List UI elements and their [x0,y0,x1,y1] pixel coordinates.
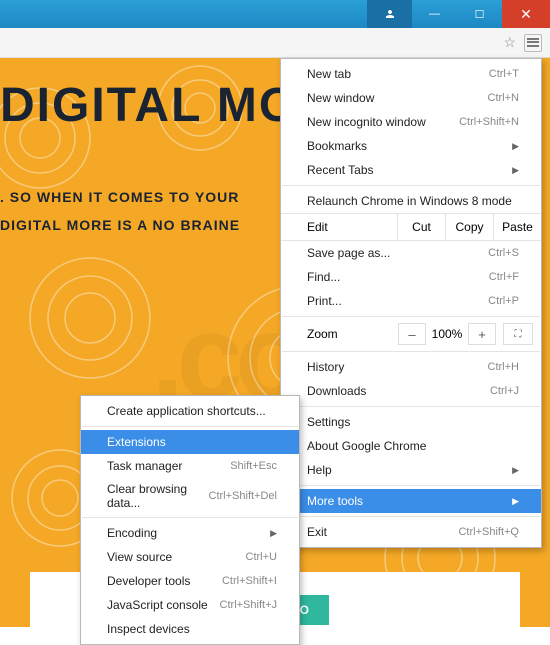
menu-paste[interactable]: Paste [493,214,541,240]
menu-cut[interactable]: Cut [397,214,445,240]
menu-separator [282,406,540,407]
submenu-developer-tools[interactable]: Developer toolsCtrl+Shift+I [81,569,299,593]
menu-copy[interactable]: Copy [445,214,493,240]
menu-zoom-row: Zoom – 100% + ⛶ [281,320,541,348]
menu-separator [282,516,540,517]
zoom-in-button[interactable]: + [468,323,496,345]
menu-print[interactable]: Print...Ctrl+P [281,289,541,313]
submenu-js-console[interactable]: JavaScript consoleCtrl+Shift+J [81,593,299,617]
menu-find[interactable]: Find...Ctrl+F [281,265,541,289]
zoom-out-button[interactable]: – [398,323,426,345]
menu-bookmarks[interactable]: Bookmarks▶ [281,134,541,158]
submenu-encoding[interactable]: Encoding▶ [81,521,299,545]
hamburger-menu-button[interactable] [524,34,542,52]
submenu-inspect-devices[interactable]: Inspect devices [81,617,299,641]
chevron-right-icon: ▶ [512,141,519,152]
submenu-extensions[interactable]: Extensions [81,430,299,454]
menu-relaunch-win8[interactable]: Relaunch Chrome in Windows 8 mode [281,189,541,213]
menu-edit-row: Edit Cut Copy Paste [281,213,541,241]
chevron-right-icon: ▶ [512,165,519,176]
menu-recent-tabs[interactable]: Recent Tabs▶ [281,158,541,182]
menu-separator [282,316,540,317]
menu-new-tab[interactable]: New tabCtrl+T [281,62,541,86]
menu-downloads[interactable]: DownloadsCtrl+J [281,379,541,403]
submenu-view-source[interactable]: View sourceCtrl+U [81,545,299,569]
fullscreen-button[interactable]: ⛶ [503,323,533,345]
menu-exit[interactable]: ExitCtrl+Shift+Q [281,520,541,544]
menu-separator [82,517,298,518]
menu-help[interactable]: Help▶ [281,458,541,482]
menu-save-page[interactable]: Save page as...Ctrl+S [281,241,541,265]
submenu-create-shortcuts[interactable]: Create application shortcuts... [81,399,299,423]
more-tools-submenu: Create application shortcuts... Extensio… [80,395,300,645]
chevron-right-icon: ▶ [270,528,277,539]
menu-about[interactable]: About Google Chrome [281,434,541,458]
browser-toolbar: ☆ [0,28,550,58]
menu-new-incognito[interactable]: New incognito windowCtrl+Shift+N [281,110,541,134]
window-titlebar: — ☐ ✕ [0,0,550,28]
zoom-value: 100% [427,327,467,341]
submenu-clear-data[interactable]: Clear browsing data...Ctrl+Shift+Del [81,478,299,514]
menu-history[interactable]: HistoryCtrl+H [281,355,541,379]
menu-new-window[interactable]: New windowCtrl+N [281,86,541,110]
bookmark-star-icon[interactable]: ☆ [503,34,516,51]
menu-separator [282,351,540,352]
menu-more-tools[interactable]: More tools▶ [281,489,541,513]
menu-separator [82,426,298,427]
maximize-button[interactable]: ☐ [457,0,502,28]
menu-separator [282,185,540,186]
chevron-right-icon: ▶ [512,465,519,476]
user-button[interactable] [367,0,412,28]
chrome-main-menu: New tabCtrl+T New windowCtrl+N New incog… [280,58,542,548]
menu-separator [282,485,540,486]
menu-zoom-label: Zoom [307,327,397,341]
chevron-right-icon: ▶ [512,496,519,507]
close-button[interactable]: ✕ [502,0,550,28]
menu-settings[interactable]: Settings [281,410,541,434]
menu-edit-label: Edit [281,214,397,240]
minimize-button[interactable]: — [412,0,457,28]
submenu-task-manager[interactable]: Task managerShift+Esc [81,454,299,478]
